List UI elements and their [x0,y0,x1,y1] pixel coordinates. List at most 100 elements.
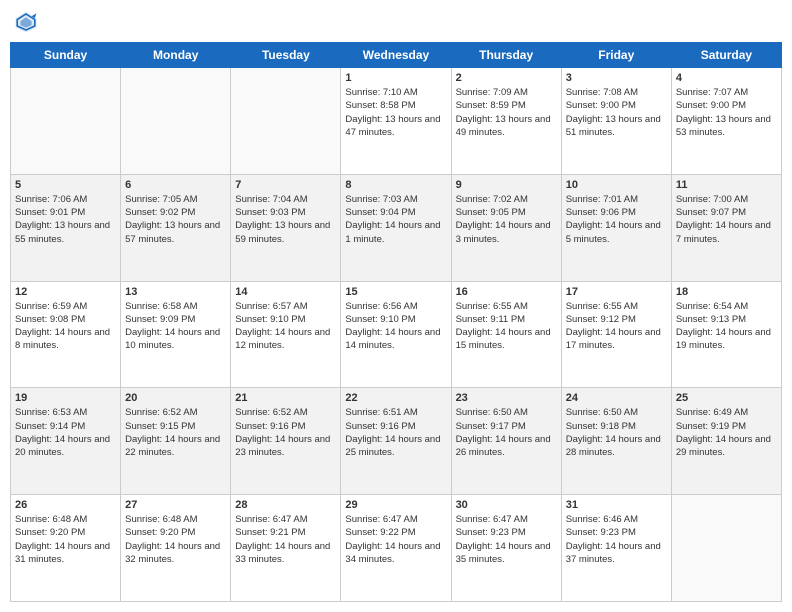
sunset-text: Sunset: 9:09 PM [125,313,226,326]
day-info: Sunrise: 6:50 AMSunset: 9:18 PMDaylight:… [566,406,667,459]
sunrise-text: Sunrise: 6:53 AM [15,406,116,419]
table-row: 26Sunrise: 6:48 AMSunset: 9:20 PMDayligh… [11,495,121,602]
sunset-text: Sunset: 9:16 PM [235,420,336,433]
day-number: 7 [235,179,336,191]
page: Sunday Monday Tuesday Wednesday Thursday… [0,0,792,612]
day-info: Sunrise: 7:04 AMSunset: 9:03 PMDaylight:… [235,193,336,246]
col-friday: Friday [561,43,671,68]
day-info: Sunrise: 7:01 AMSunset: 9:06 PMDaylight:… [566,193,667,246]
day-number: 4 [676,72,777,84]
calendar-week-4: 19Sunrise: 6:53 AMSunset: 9:14 PMDayligh… [11,388,782,495]
col-wednesday: Wednesday [341,43,451,68]
daylight-text: Daylight: 14 hours and 29 minutes. [676,433,777,460]
sunrise-text: Sunrise: 7:05 AM [125,193,226,206]
table-row: 1 Sunrise: 7:10 AMSunset: 8:58 PMDaylight… [341,68,451,175]
daylight-text: Daylight: 14 hours and 37 minutes. [566,540,667,567]
day-number: 2 [456,72,557,84]
sunrise-text: Sunrise: 7:06 AM [15,193,116,206]
sunset-text: Sunset: 9:04 PM [345,206,446,219]
sunset-text: Sunset: 9:11 PM [456,313,557,326]
day-number: 12 [15,286,116,298]
day-info: Sunrise: 6:47 AMSunset: 9:23 PMDaylight:… [456,513,557,566]
day-info: Sunrise: 6:50 AMSunset: 9:17 PMDaylight:… [456,406,557,459]
table-row: 27Sunrise: 6:48 AMSunset: 9:20 PMDayligh… [121,495,231,602]
sunrise-text: Sunrise: 6:55 AM [456,300,557,313]
daylight-text: Daylight: 14 hours and 1 minute. [345,219,446,246]
daylight-text: Daylight: 14 hours and 10 minutes. [125,326,226,353]
day-info: Sunrise: 7:00 AMSunset: 9:07 PMDaylight:… [676,193,777,246]
day-number: 23 [456,392,557,404]
day-info: Sunrise: 6:56 AMSunset: 9:10 PMDaylight:… [345,300,446,353]
sunrise-text: Sunrise: 6:52 AM [235,406,336,419]
day-info: Sunrise: 6:57 AMSunset: 9:10 PMDaylight:… [235,300,336,353]
day-number: 24 [566,392,667,404]
day-info: Sunrise: 7:10 AMSunset: 8:58 PMDaylight:… [345,86,446,139]
calendar-week-3: 12Sunrise: 6:59 AMSunset: 9:08 PMDayligh… [11,281,782,388]
day-info: Sunrise: 6:54 AMSunset: 9:13 PMDaylight:… [676,300,777,353]
table-row: 19Sunrise: 6:53 AMSunset: 9:14 PMDayligh… [11,388,121,495]
day-info: Sunrise: 6:48 AMSunset: 9:20 PMDaylight:… [15,513,116,566]
sunset-text: Sunset: 9:20 PM [125,526,226,539]
day-number: 13 [125,286,226,298]
sunset-text: Sunset: 9:14 PM [15,420,116,433]
day-number: 30 [456,499,557,511]
sunset-text: Sunset: 9:03 PM [235,206,336,219]
day-info: Sunrise: 7:08 AMSunset: 9:00 PMDaylight:… [566,86,667,139]
sunrise-text: Sunrise: 7:04 AM [235,193,336,206]
table-row [231,68,341,175]
day-number: 21 [235,392,336,404]
daylight-text: Daylight: 14 hours and 34 minutes. [345,540,446,567]
table-row: 7 Sunrise: 7:04 AMSunset: 9:03 PMDaylight… [231,174,341,281]
sunrise-text: Sunrise: 6:55 AM [566,300,667,313]
table-row: 9Sunrise: 7:02 AMSunset: 9:05 PMDaylight… [451,174,561,281]
table-row: 6Sunrise: 7:05 AMSunset: 9:02 PMDaylight… [121,174,231,281]
day-info: Sunrise: 7:07 AMSunset: 9:00 PMDaylight:… [676,86,777,139]
day-number: 29 [345,499,446,511]
daylight-text: Daylight: 13 hours and 47 minutes. [345,113,446,140]
sunset-text: Sunset: 9:15 PM [125,420,226,433]
daylight-text: Daylight: 14 hours and 14 minutes. [345,326,446,353]
calendar-table: Sunday Monday Tuesday Wednesday Thursday… [10,42,782,602]
sunset-text: Sunset: 9:18 PM [566,420,667,433]
daylight-text: Daylight: 13 hours and 57 minutes. [125,219,226,246]
sunset-text: Sunset: 9:06 PM [566,206,667,219]
day-number: 11 [676,179,777,191]
sunset-text: Sunset: 9:23 PM [566,526,667,539]
day-number: 25 [676,392,777,404]
day-info: Sunrise: 6:52 AMSunset: 9:15 PMDaylight:… [125,406,226,459]
sunrise-text: Sunrise: 7:07 AM [676,86,777,99]
day-info: Sunrise: 6:47 AMSunset: 9:22 PMDaylight:… [345,513,446,566]
day-number: 3 [566,72,667,84]
table-row: 31Sunrise: 6:46 AMSunset: 9:23 PMDayligh… [561,495,671,602]
day-number: 20 [125,392,226,404]
daylight-text: Daylight: 14 hours and 23 minutes. [235,433,336,460]
sunrise-text: Sunrise: 6:47 AM [456,513,557,526]
daylight-text: Daylight: 14 hours and 22 minutes. [125,433,226,460]
sunrise-text: Sunrise: 6:57 AM [235,300,336,313]
sunset-text: Sunset: 9:20 PM [15,526,116,539]
table-row: 12Sunrise: 6:59 AMSunset: 9:08 PMDayligh… [11,281,121,388]
day-info: Sunrise: 7:09 AMSunset: 8:59 PMDaylight:… [456,86,557,139]
logo-icon [14,10,38,34]
table-row: 4 Sunrise: 7:07 AMSunset: 9:00 PMDaylight… [671,68,781,175]
table-row: 11 Sunrise: 7:00 AMSunset: 9:07 PMDayligh… [671,174,781,281]
daylight-text: Daylight: 14 hours and 8 minutes. [15,326,116,353]
table-row: 22Sunrise: 6:51 AMSunset: 9:16 PMDayligh… [341,388,451,495]
sunrise-text: Sunrise: 6:48 AM [125,513,226,526]
day-number: 1 [345,72,446,84]
table-row: 20 Sunrise: 6:52 AMSunset: 9:15 PMDayligh… [121,388,231,495]
daylight-text: Daylight: 13 hours and 53 minutes. [676,113,777,140]
table-row [11,68,121,175]
daylight-text: Daylight: 14 hours and 32 minutes. [125,540,226,567]
day-info: Sunrise: 6:58 AMSunset: 9:09 PMDaylight:… [125,300,226,353]
daylight-text: Daylight: 14 hours and 5 minutes. [566,219,667,246]
day-number: 10 [566,179,667,191]
sunset-text: Sunset: 9:22 PM [345,526,446,539]
sunrise-text: Sunrise: 7:09 AM [456,86,557,99]
table-row: 18Sunrise: 6:54 AMSunset: 9:13 PMDayligh… [671,281,781,388]
day-info: Sunrise: 7:05 AMSunset: 9:02 PMDaylight:… [125,193,226,246]
table-row: 29 Sunrise: 6:47 AMSunset: 9:22 PMDayligh… [341,495,451,602]
day-info: Sunrise: 7:06 AMSunset: 9:01 PMDaylight:… [15,193,116,246]
sunrise-text: Sunrise: 7:10 AM [345,86,446,99]
table-row: 8Sunrise: 7:03 AMSunset: 9:04 PMDaylight… [341,174,451,281]
